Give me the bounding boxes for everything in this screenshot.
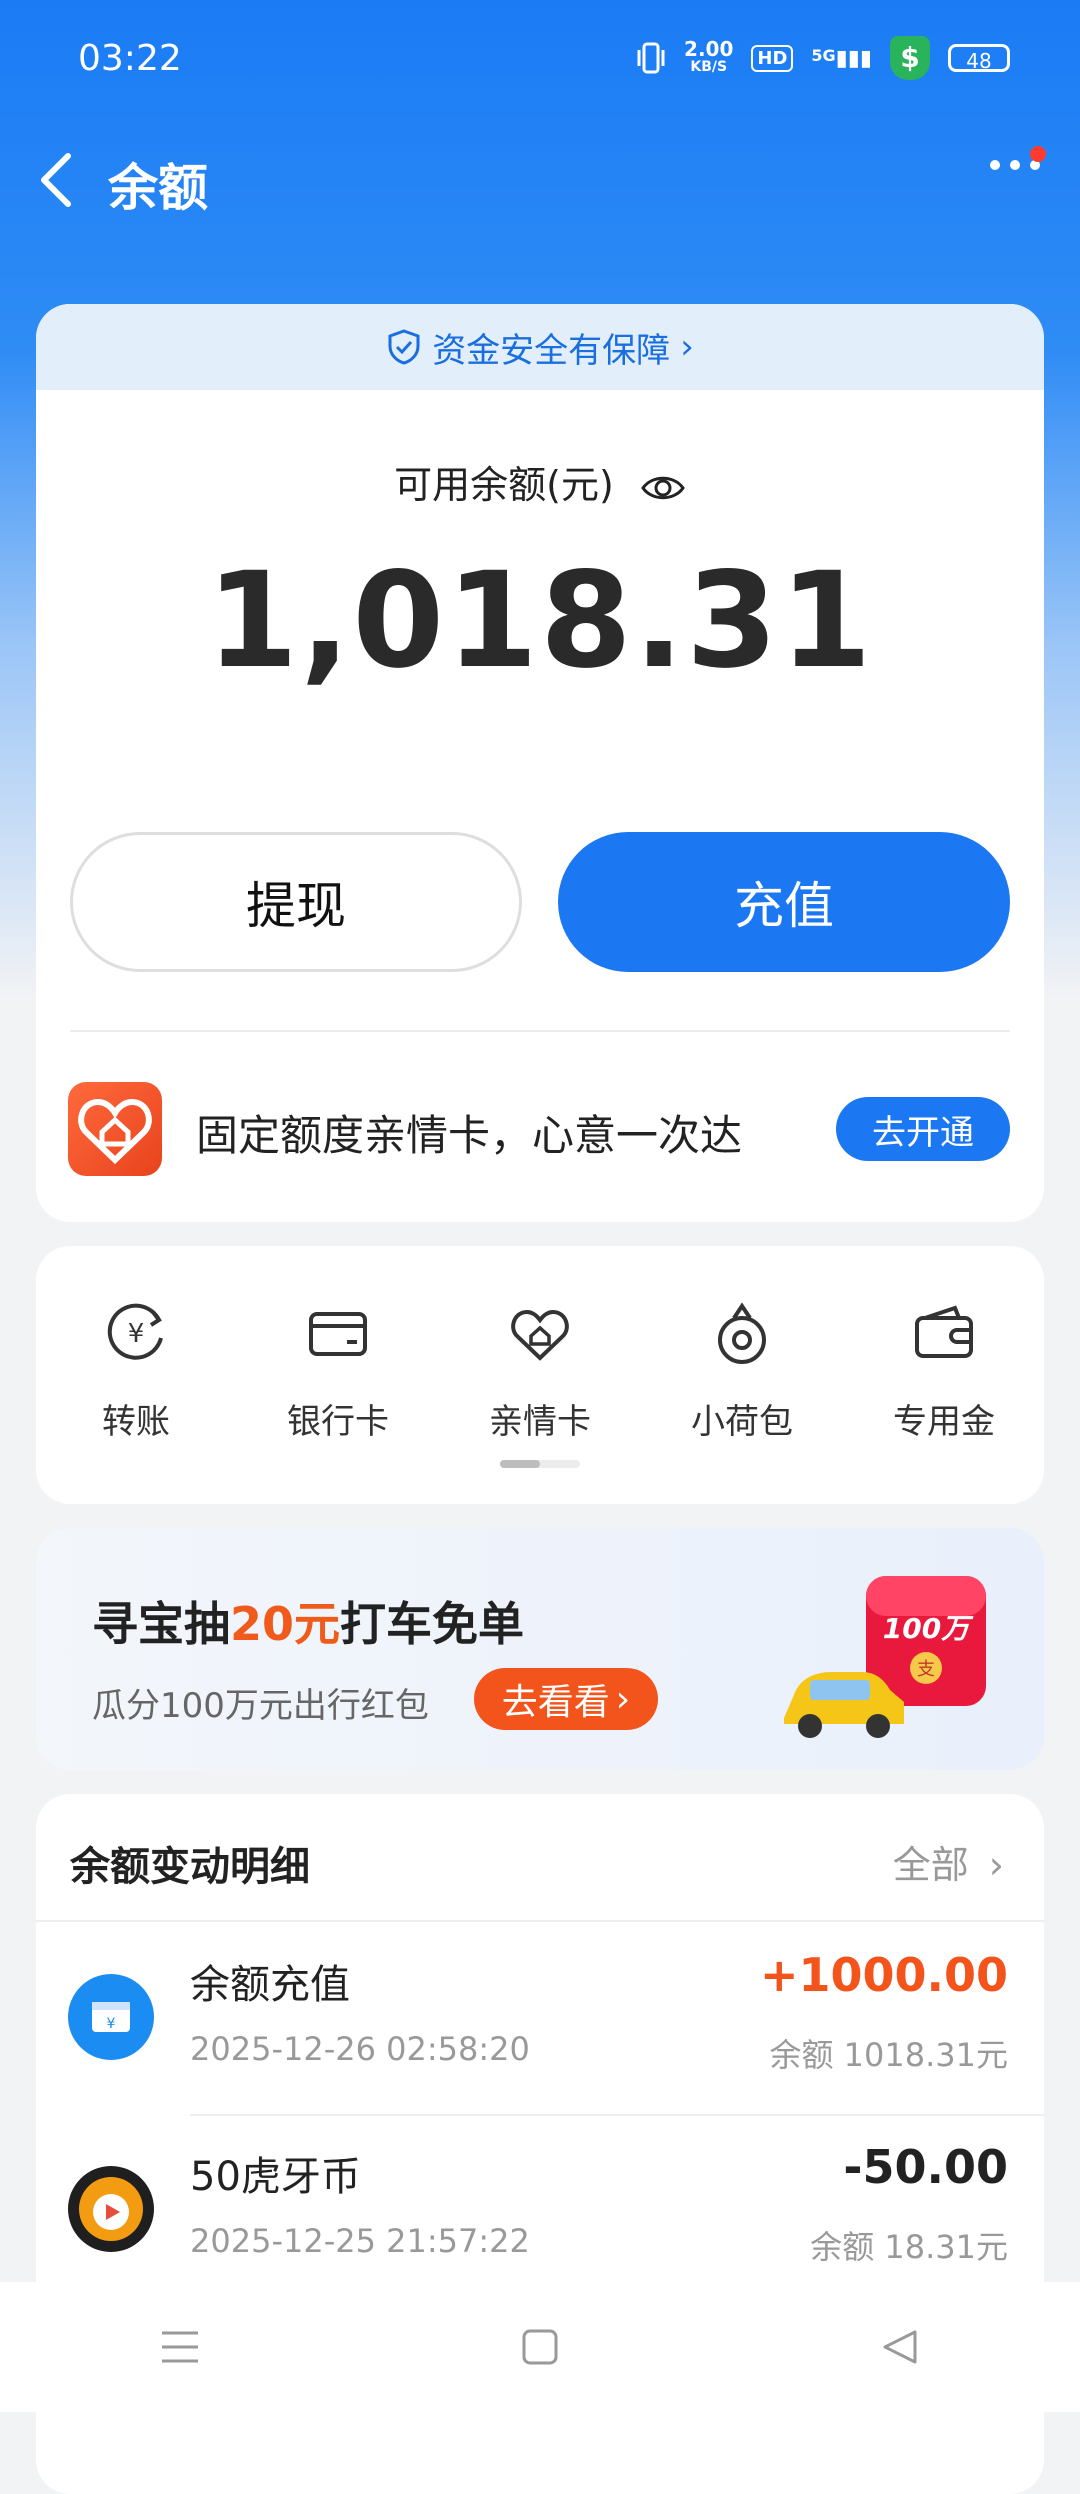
family-card-logo-icon [68,1082,162,1176]
promo-button-label: 去看看 [501,1682,610,1723]
pouch-icon [718,1302,766,1364]
transfer-icon: ¥ [107,1303,163,1360]
hd-badge: HD [751,44,794,72]
wallet-icon [915,1305,973,1358]
transaction-amount: +1000.00 [759,1948,1008,2002]
shield-check-icon [388,329,420,365]
balance-amount: 1,018.31 [206,544,874,698]
quick-actions-card: ¥ 转账 银行卡 亲情卡 小荷包 专用金 [36,1246,1044,1504]
promo-view-button[interactable]: 去看看 › [474,1668,658,1730]
chevron-right-icon: › [680,327,694,367]
promo-title-highlight: 20元 [230,1597,341,1651]
signal-icon: 5G▮▮▮ [811,45,872,71]
transaction-name: 50虎牙币 [190,2154,361,2200]
system-nav-bar [0,2282,1080,2412]
balance-card: 资金安全有保障 › 可用余额(元) 1,018.31 提现 充值 固定额度亲情卡… [36,304,1044,1222]
promo-title-suffix: 打车免单 [340,1597,525,1651]
menu-nav-icon[interactable] [150,2317,210,2377]
back-nav-icon[interactable] [870,2317,930,2377]
huya-app-icon [68,2166,154,2252]
eye-icon[interactable] [640,472,686,504]
family-card-icon [511,1309,569,1361]
open-family-card-button[interactable]: 去开通 [836,1097,1010,1161]
balance-changes-title: 余额变动明细 [70,1844,310,1890]
vibrate-icon [637,42,665,74]
promo-title: 寻宝抽20元打车免单 [92,1588,524,1654]
svg-text:¥: ¥ [128,1319,145,1349]
recharge-button[interactable]: 充值 [558,832,1010,972]
action-label: 亲情卡 [489,1402,591,1442]
available-balance-text: 可用余额(元) [394,463,614,507]
status-icons: 2.00 KB/S HD 5G▮▮▮ $ 48 [636,36,1010,80]
action-bank-card[interactable]: 银行卡 [238,1298,438,1443]
back-arrow-icon[interactable] [36,150,76,210]
view-all-label: 全部 [892,1843,969,1887]
transaction-time: 2025-12-26 02:58:20 [190,2030,530,2068]
divider [36,1920,1044,1922]
fund-safety-banner[interactable]: 资金安全有保障 › [36,304,1044,390]
security-shield-icon: $ [890,36,930,80]
action-special-fund[interactable]: 专用金 [844,1298,1044,1443]
net-speed: 2.00 KB/S [684,37,734,76]
home-nav-icon[interactable] [510,2317,570,2377]
svg-text:¥: ¥ [107,2016,116,2032]
withdraw-button[interactable]: 提现 [70,832,522,972]
battery-icon: 48 [948,44,1010,73]
bank-card-icon [309,1312,367,1356]
transaction-name: 余额充值 [190,1962,350,2008]
net-speed-value: 2.00 [684,37,734,61]
action-transfer[interactable]: ¥ 转账 [36,1298,236,1443]
fund-safety-text: 资金安全有保障 [432,330,671,371]
notification-dot [1030,146,1046,162]
action-label: 银行卡 [287,1402,389,1442]
transaction-row[interactable]: ¥ 余额充值 2025-12-26 02:58:20 +1000.00 余额 1… [36,1924,1044,2114]
more-options-icon[interactable] [990,160,1040,170]
transaction-time: 2025-12-25 21:57:22 [190,2222,530,2260]
action-label: 转账 [102,1402,170,1442]
transaction-balance: 余额 1018.31元 [769,2036,1008,2074]
view-all-link[interactable]: 全部 › [893,1834,1004,1889]
chevron-right-icon: › [615,1678,631,1720]
promo-banner[interactable]: 寻宝抽20元打车免单 瓜分100万元出行红包 去看看 › 100万 支 [36,1528,1044,1770]
promo-title-prefix: 寻宝抽 [92,1597,230,1651]
red-packet-text: 100万 [883,1612,974,1645]
action-label: 小荷包 [691,1402,793,1442]
available-balance-label: 可用余额(元) [36,454,1044,509]
page-title: 余额 [108,159,208,217]
divider [70,1030,1010,1032]
scroll-indicator [500,1460,580,1468]
action-pouch[interactable]: 小荷包 [642,1298,842,1443]
chevron-right-icon: › [988,1843,1004,1887]
transaction-amount: -50.00 [843,2140,1008,2194]
promo-subtitle: 瓜分100万元出行红包 [92,1686,429,1726]
action-label: 专用金 [893,1402,995,1442]
family-card-promo-text: 固定额度亲情卡，心意一次达 [196,1111,743,1160]
net-speed-unit: KB/S [690,59,728,75]
status-time: 03:22 [78,38,182,79]
transaction-row[interactable]: 50虎牙币 2025-12-25 21:57:22 -50.00 余额 18.3… [36,2116,1044,2306]
red-packet-badge: 支 [917,1659,935,1680]
action-family-card[interactable]: 亲情卡 [440,1298,640,1443]
transaction-balance: 余额 18.31元 [810,2228,1008,2266]
red-packet-car-illustration: 100万 支 [784,1576,986,1738]
network-type: 5G [811,45,836,65]
recharge-icon: ¥ [68,1974,154,2060]
